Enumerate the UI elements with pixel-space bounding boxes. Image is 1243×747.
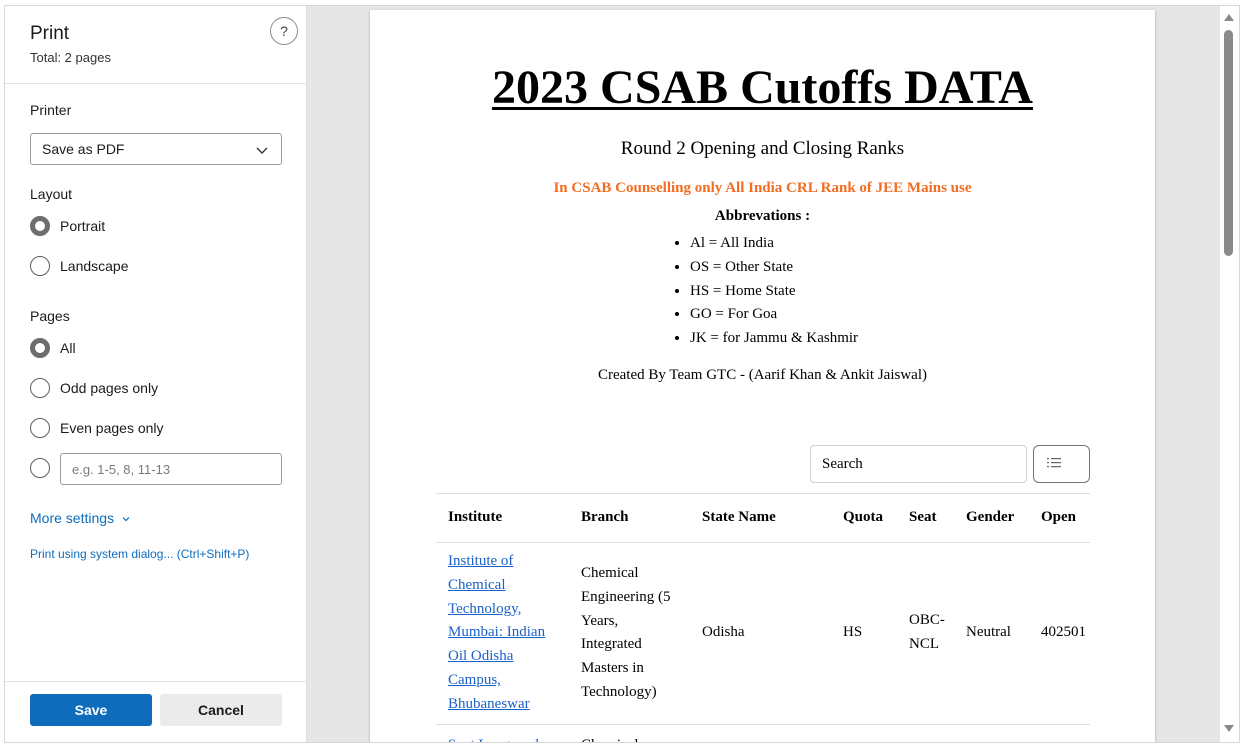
printer-select-value: Save as PDF — [42, 141, 125, 157]
table-cell-branch: Chemical Engineering (5 Years, Integrate… — [581, 562, 671, 705]
radio-unselected[interactable] — [30, 256, 50, 276]
dialog-footer: Save Cancel — [5, 681, 306, 742]
document-title: 2023 CSAB Cutoffs DATA — [370, 60, 1155, 115]
table-cell-gender: Neutral — [966, 624, 1011, 640]
scrollbar-thumb[interactable] — [1224, 30, 1233, 256]
branch-text: Integrated — [581, 636, 642, 653]
document-credit: Created By Team GTC - (Aarif Khan & Anki… — [597, 367, 927, 383]
column-header: Open — [1041, 509, 1077, 525]
radio-unselected[interactable] — [30, 378, 50, 398]
list-item: JK = for Jammu & Kashmir — [690, 327, 858, 351]
table-divider — [436, 493, 1090, 494]
institute-link[interactable]: Oil Odisha — [448, 645, 545, 669]
save-button[interactable]: Save — [30, 694, 152, 726]
branch-text: Years, — [581, 612, 619, 629]
branch-text: Masters in — [581, 660, 644, 677]
table-cell-state: Odisha — [702, 624, 745, 640]
preview-page: 2023 CSAB Cutoffs DATA Round 2 Opening a… — [370, 10, 1155, 742]
institute-link[interactable]: Technology, — [448, 598, 545, 622]
table-divider — [436, 724, 1090, 725]
scroll-down-arrow-icon[interactable] — [1224, 725, 1234, 732]
printer-label: Printer — [30, 102, 72, 118]
dialog-title: Print — [30, 23, 70, 44]
print-dialog: Print Total: 2 pages ? Printer Save as P… — [4, 5, 1240, 743]
more-settings-link[interactable]: More settings — [30, 510, 130, 526]
list-item: Al = All India — [690, 232, 858, 256]
column-list-button — [1033, 445, 1090, 483]
branch-text: Chemical — [581, 565, 639, 581]
print-settings-panel: Print Total: 2 pages ? Printer Save as P… — [5, 6, 307, 742]
panel-header: Print Total: 2 pages ? — [5, 6, 306, 84]
column-header: Seat — [909, 509, 937, 525]
radio-selected[interactable] — [30, 338, 50, 358]
column-header: Quota — [843, 509, 884, 525]
preview-scrollbar[interactable] — [1220, 6, 1239, 742]
table-cell-institute[interactable]: Institute of Chemical Technology, Mumbai… — [448, 550, 545, 717]
table-divider — [436, 542, 1090, 543]
pages-option-label: Odd pages only — [60, 380, 159, 396]
institute-link[interactable]: Bhubaneswar — [448, 693, 545, 717]
question-mark-icon[interactable]: ? — [270, 17, 298, 45]
pages-option-label: Even pages only — [60, 420, 164, 436]
list-item: OS = Other State — [690, 256, 858, 280]
list-icon — [1047, 458, 1061, 468]
abbreviations-list: Al = All India OS = Other State HS = Hom… — [690, 232, 858, 351]
total-pages-label: Total: 2 pages — [30, 50, 111, 65]
institute-link[interactable]: Institute of — [448, 550, 545, 574]
seat-text: OBC- — [909, 612, 945, 628]
branch-text: Technology) — [581, 683, 657, 700]
radio-unselected[interactable] — [30, 458, 50, 478]
layout-label: Layout — [30, 186, 73, 202]
document-subtitle: Round 2 Opening and Closing Ranks — [620, 138, 905, 159]
system-dialog-link[interactable]: Print using system dialog... (Ctrl+Shift… — [30, 547, 249, 561]
institute-link[interactable]: Chemical — [448, 574, 545, 598]
column-header: Institute — [448, 509, 503, 525]
column-header: Gender — [966, 509, 1015, 525]
institute-link[interactable]: Mumbai: Indian — [448, 621, 545, 645]
branch-text: Engineering (5 — [581, 588, 671, 605]
radio-unselected[interactable] — [30, 418, 50, 438]
layout-option-label: Landscape — [60, 258, 129, 274]
table-cell-open: 402501 — [1041, 624, 1086, 640]
institute-link[interactable]: Campus, — [448, 669, 545, 693]
cancel-button[interactable]: Cancel — [160, 694, 282, 726]
document-title-text: 2023 CSAB Cutoffs DATA — [492, 61, 1033, 114]
printer-select[interactable]: Save as PDF — [30, 133, 282, 165]
print-preview-area: 2023 CSAB Cutoffs DATA Round 2 Opening a… — [307, 6, 1220, 742]
table-search-box: Search — [810, 445, 1027, 483]
table-cell-quota: HS — [843, 624, 863, 640]
more-settings-label: More settings — [30, 510, 115, 526]
radio-selected[interactable] — [30, 216, 50, 236]
layout-option-label: Portrait — [60, 218, 106, 234]
institute-link[interactable]: Sant Longowal — [448, 734, 539, 742]
column-header: Branch — [581, 509, 629, 525]
document-note: In CSAB Counselling only All India CRL R… — [553, 180, 972, 196]
abbreviations-heading: Abbrevations : — [714, 208, 811, 224]
branch-text: Chemical — [581, 734, 638, 742]
table-cell-seat: OBC- NCL — [909, 609, 945, 657]
seat-text: NCL — [909, 635, 939, 652]
custom-page-range-input[interactable] — [60, 453, 282, 485]
chevron-down-icon — [256, 147, 268, 154]
pages-label: Pages — [30, 308, 70, 324]
chevron-down-icon — [122, 517, 130, 522]
list-item: HS = Home State — [690, 280, 858, 304]
list-item: GO = For Goa — [690, 303, 858, 327]
pages-option-label: All — [60, 340, 76, 356]
column-header: State Name — [702, 509, 776, 525]
scroll-up-arrow-icon[interactable] — [1224, 14, 1234, 21]
